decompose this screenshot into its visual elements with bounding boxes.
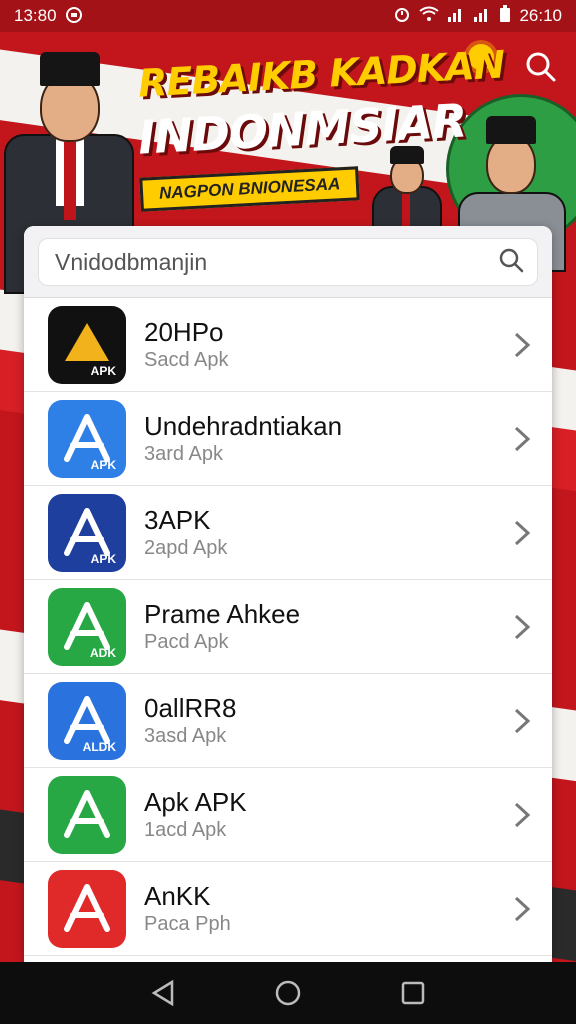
chevron-right-icon <box>514 332 531 357</box>
notification-icon <box>65 6 83 27</box>
app-subtitle: 3asd Apk <box>144 724 227 747</box>
banner-ribbon: NAGPON BNIONESAA <box>139 166 361 212</box>
app-list-card: Vnidodbmanjin APK 20HPo Sacd Apk APK Unde… <box>24 226 552 962</box>
app-icon <box>48 775 126 854</box>
search-input[interactable]: Vnidodbmanjin <box>55 249 497 276</box>
chevron-right-icon <box>514 708 531 733</box>
chevron-right-icon <box>514 896 531 921</box>
apk-label: APK <box>90 363 116 378</box>
chevron-right-icon <box>514 614 531 639</box>
app-icon: APK <box>48 493 126 572</box>
wifi-icon <box>419 6 440 27</box>
app-title: 20HPo <box>144 316 224 347</box>
app-title: 3APK <box>144 504 211 535</box>
alarm-icon <box>393 5 411 28</box>
app-icon <box>48 869 126 948</box>
status-time: 13:80 <box>14 6 57 25</box>
list-item[interactable]: ADK Prame Ahkee Pacd Apk <box>24 580 552 674</box>
search-icon[interactable] <box>497 246 525 279</box>
app-subtitle: Pacd Apk <box>144 630 229 653</box>
signal-icon <box>447 6 465 27</box>
app-title: 0allRR8 <box>144 692 237 723</box>
signal-icon-2 <box>473 6 491 27</box>
app-list: APK 20HPo Sacd Apk APK Undehradntiakan 3ar… <box>24 298 552 956</box>
chevron-right-icon <box>514 426 531 451</box>
list-item[interactable]: APK 3APK 2apd Apk <box>24 486 552 580</box>
app-subtitle: 2apd Apk <box>144 536 228 559</box>
back-icon <box>151 979 173 1007</box>
search-icon[interactable] <box>524 50 558 84</box>
app-subtitle: 3ard Apk <box>144 442 223 465</box>
apk-label: ADK <box>90 645 116 660</box>
apk-label: ALDK <box>82 739 116 754</box>
app-icon: APK <box>48 305 126 384</box>
recents-button[interactable] <box>396 976 430 1010</box>
app-subtitle: 1acd Apk <box>144 818 227 841</box>
back-button[interactable] <box>146 976 180 1010</box>
apk-label: APK <box>90 457 116 472</box>
app-subtitle: Sacd Apk <box>144 348 229 371</box>
status-clock: 26:10 <box>519 6 562 25</box>
chevron-right-icon <box>514 802 531 827</box>
list-item[interactable]: AnKK Paca Pph <box>24 862 552 956</box>
app-title: Undehradntiakan <box>144 410 343 441</box>
search-field[interactable]: Vnidodbmanjin <box>38 238 538 286</box>
home-icon <box>275 980 301 1006</box>
app-icon: ADK <box>48 587 126 666</box>
app-title: Apk APK <box>144 786 247 817</box>
list-item[interactable]: ALDK 0allRR8 3asd Apk <box>24 674 552 768</box>
app-title: AnKK <box>144 880 211 911</box>
home-button[interactable] <box>271 976 305 1010</box>
apk-logo-icon <box>64 789 110 838</box>
apk-label: APK <box>90 551 116 566</box>
status-bar: 13:80 26:10 <box>0 0 576 32</box>
navigation-bar <box>0 962 576 1024</box>
battery-icon <box>499 4 511 28</box>
app-title: Prame Ahkee <box>144 598 301 629</box>
list-item[interactable]: APK Undehradntiakan 3ard Apk <box>24 392 552 486</box>
app-subtitle: Paca Pph <box>144 912 231 935</box>
chevron-right-icon <box>514 520 531 545</box>
recents-icon <box>402 981 425 1005</box>
search-bar: Vnidodbmanjin <box>24 226 552 298</box>
apk-logo-icon <box>64 883 110 932</box>
app-icon: ALDK <box>48 681 126 760</box>
app-icon: APK <box>48 399 126 478</box>
list-item[interactable]: Apk APK 1acd Apk <box>24 768 552 862</box>
list-item[interactable]: APK 20HPo Sacd Apk <box>24 298 552 392</box>
